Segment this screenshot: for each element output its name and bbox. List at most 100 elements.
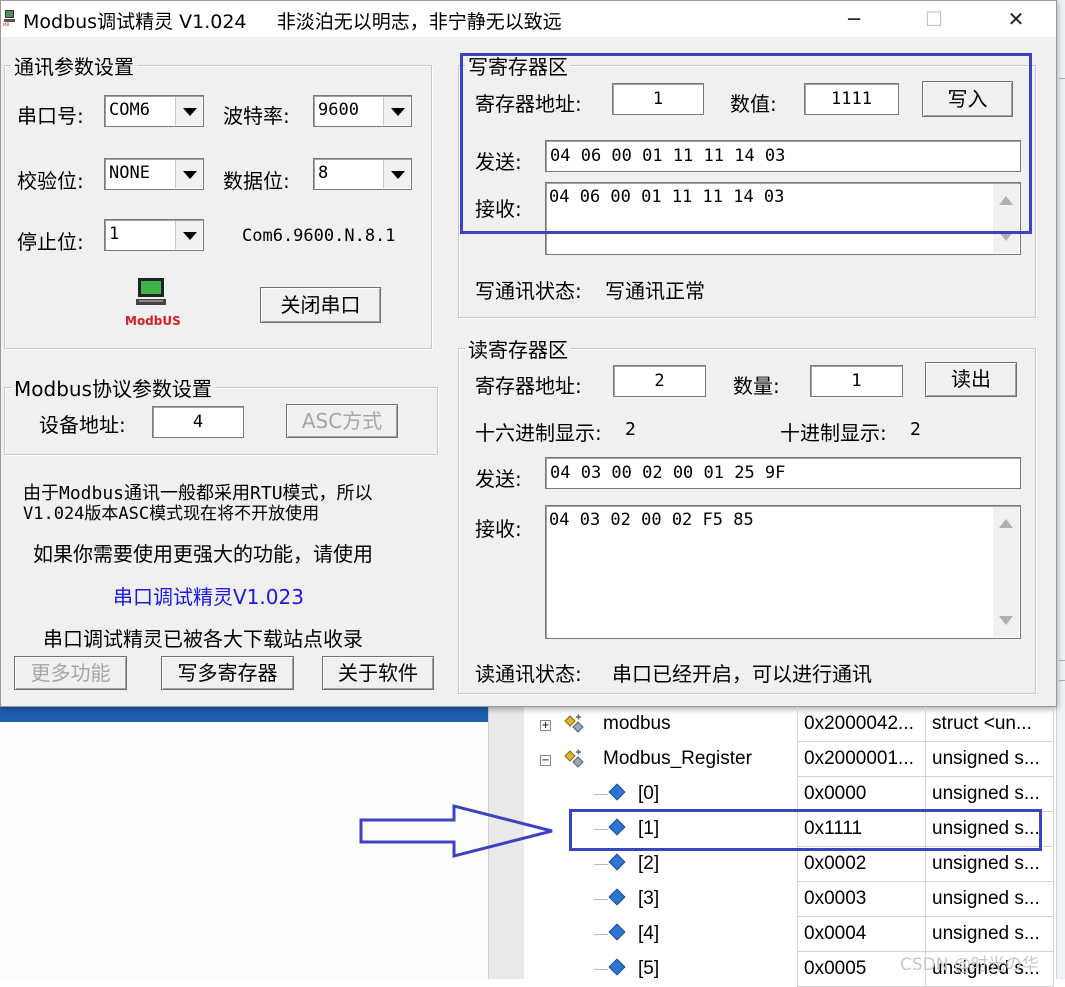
- watch-name: [5]: [638, 958, 660, 979]
- watch-type: unsigned s...: [932, 748, 1040, 769]
- port-value: COM6: [109, 100, 150, 120]
- grid-line: [797, 707, 798, 742]
- hex-display-label: 十六进制显示:: [475, 421, 602, 445]
- minimize-button[interactable]: ─: [831, 1, 877, 37]
- write-multiple-registers-button[interactable]: 写多寄存器: [161, 656, 294, 690]
- grid-line: [1053, 777, 1054, 812]
- grid-line: [1053, 882, 1054, 917]
- read-address-field[interactable]: [614, 366, 705, 396]
- parity-select[interactable]: NONE: [104, 158, 204, 190]
- port-summary: Com6.9600.N.8.1: [242, 226, 396, 246]
- tree-line: [594, 934, 608, 935]
- port-label: 串口号:: [17, 104, 84, 128]
- stopbits-label: 停止位:: [17, 230, 84, 254]
- watch-name: modbus: [603, 713, 671, 734]
- read-send-field[interactable]: [546, 458, 1020, 488]
- arrow-right-icon: [359, 804, 553, 858]
- grid-line: [797, 777, 798, 812]
- chevron-down-icon[interactable]: [175, 221, 202, 249]
- asc-mode-button: ASC方式: [286, 404, 398, 438]
- title-bar[interactable]: MB Modbus调试精灵 V1.024 非淡泊无以明志，非宁静无以致远 ─ ☐…: [1, 1, 1056, 37]
- watch-type: unsigned s...: [932, 783, 1040, 804]
- stopbits-select[interactable]: 1: [104, 219, 204, 251]
- watch-name: [3]: [638, 888, 660, 909]
- port-select[interactable]: COM6: [104, 95, 204, 127]
- device-address-field[interactable]: [153, 407, 243, 437]
- about-button[interactable]: 关于软件: [322, 656, 434, 690]
- grid-line: [925, 742, 926, 777]
- tree-line: [594, 794, 608, 795]
- grid-line: [797, 882, 798, 917]
- watch-value: 0x0004: [804, 923, 867, 944]
- grid-line: [925, 847, 926, 882]
- chevron-down-icon[interactable]: [175, 97, 202, 125]
- read-count-input[interactable]: [810, 365, 903, 397]
- watch-type: unsigned s...: [932, 888, 1040, 909]
- watch-name: [2]: [638, 853, 660, 874]
- read-recv-label: 接收:: [475, 517, 522, 541]
- stopbits-value: 1: [109, 224, 120, 244]
- csdn-watermark: CSDN @时光の华: [900, 955, 1039, 975]
- read-address-label: 寄存器地址:: [475, 374, 582, 398]
- watch-value: 0x2000042...: [804, 713, 914, 734]
- expand-icon[interactable]: +: [540, 720, 551, 731]
- watch-value: 0x0000: [804, 783, 867, 804]
- grid-line: [1053, 847, 1054, 882]
- tree-line: [594, 864, 608, 865]
- chevron-down-icon[interactable]: [383, 160, 410, 188]
- grid-line: [797, 847, 798, 882]
- grid-line: [797, 952, 798, 987]
- write-status-label: 写通讯状态:: [475, 279, 582, 303]
- maximize-button: ☐: [925, 7, 943, 31]
- databits-value: 8: [318, 163, 329, 183]
- grid-line: [797, 917, 798, 952]
- device-address-label: 设备地址:: [39, 413, 126, 437]
- parity-value: NONE: [109, 163, 150, 183]
- baud-select[interactable]: 9600: [313, 95, 412, 127]
- databits-select[interactable]: 8: [313, 158, 412, 190]
- info-line-4: 串口调试精灵已被各大下载站点收录: [43, 627, 363, 651]
- dec-display-value: 2: [910, 419, 921, 440]
- ide-right-scrollbar[interactable]: [1056, 0, 1065, 979]
- read-send-input[interactable]: [545, 457, 1021, 489]
- computer-icon: [136, 278, 166, 305]
- watch-value: 0x0002: [804, 853, 867, 874]
- watch-type: unsigned s...: [932, 853, 1040, 874]
- hex-display-value: 2: [625, 419, 636, 440]
- chevron-down-icon[interactable]: [175, 160, 202, 188]
- read-register-legend: 读寄存器区: [468, 338, 568, 362]
- close-button[interactable]: ✕: [993, 1, 1039, 37]
- write-status-value: 写通讯正常: [605, 279, 705, 303]
- grid-line: [925, 707, 926, 742]
- baud-label: 波特率:: [223, 104, 290, 128]
- watch-type: unsigned s...: [932, 923, 1040, 944]
- upgrade-link[interactable]: 串口调试精灵V1.023: [113, 581, 304, 610]
- grid-line: [1053, 917, 1054, 952]
- read-recv-textarea[interactable]: 04 03 02 00 02 F5 85: [545, 505, 1021, 639]
- watch-name: Modbus_Register: [603, 748, 752, 769]
- read-recv-scrollbar[interactable]: [993, 507, 1019, 637]
- register-1-highlight: [569, 809, 1042, 851]
- read-button[interactable]: 读出: [925, 362, 1017, 397]
- grid-line: [1053, 952, 1054, 987]
- watch-type: struct <un...: [932, 713, 1032, 734]
- grid-line: [925, 917, 926, 952]
- collapse-icon[interactable]: −: [540, 755, 551, 766]
- close-port-button[interactable]: 关闭串口: [260, 287, 381, 323]
- struct-icon: [562, 713, 588, 735]
- struct-icon: [562, 748, 588, 770]
- grid-line: [1053, 742, 1054, 777]
- watch-name: [0]: [638, 783, 660, 804]
- info-line-2: V1.024版本ASC模式现在将不开放使用: [23, 504, 320, 524]
- device-address-input[interactable]: [152, 406, 244, 438]
- window-title: Modbus调试精灵 V1.024 非淡泊无以明志，非宁静无以致远: [23, 11, 562, 33]
- read-status-value: 串口已经开启，可以进行通讯: [612, 662, 872, 686]
- dec-display-label: 十进制显示:: [780, 421, 887, 445]
- read-count-label: 数量:: [733, 374, 780, 398]
- chevron-down-icon[interactable]: [383, 97, 410, 125]
- grid-line: [1053, 707, 1054, 742]
- read-count-field[interactable]: [811, 366, 902, 396]
- read-address-input[interactable]: [613, 365, 706, 397]
- more-functions-button: 更多功能: [14, 656, 127, 690]
- read-status-label: 读通讯状态:: [475, 662, 582, 686]
